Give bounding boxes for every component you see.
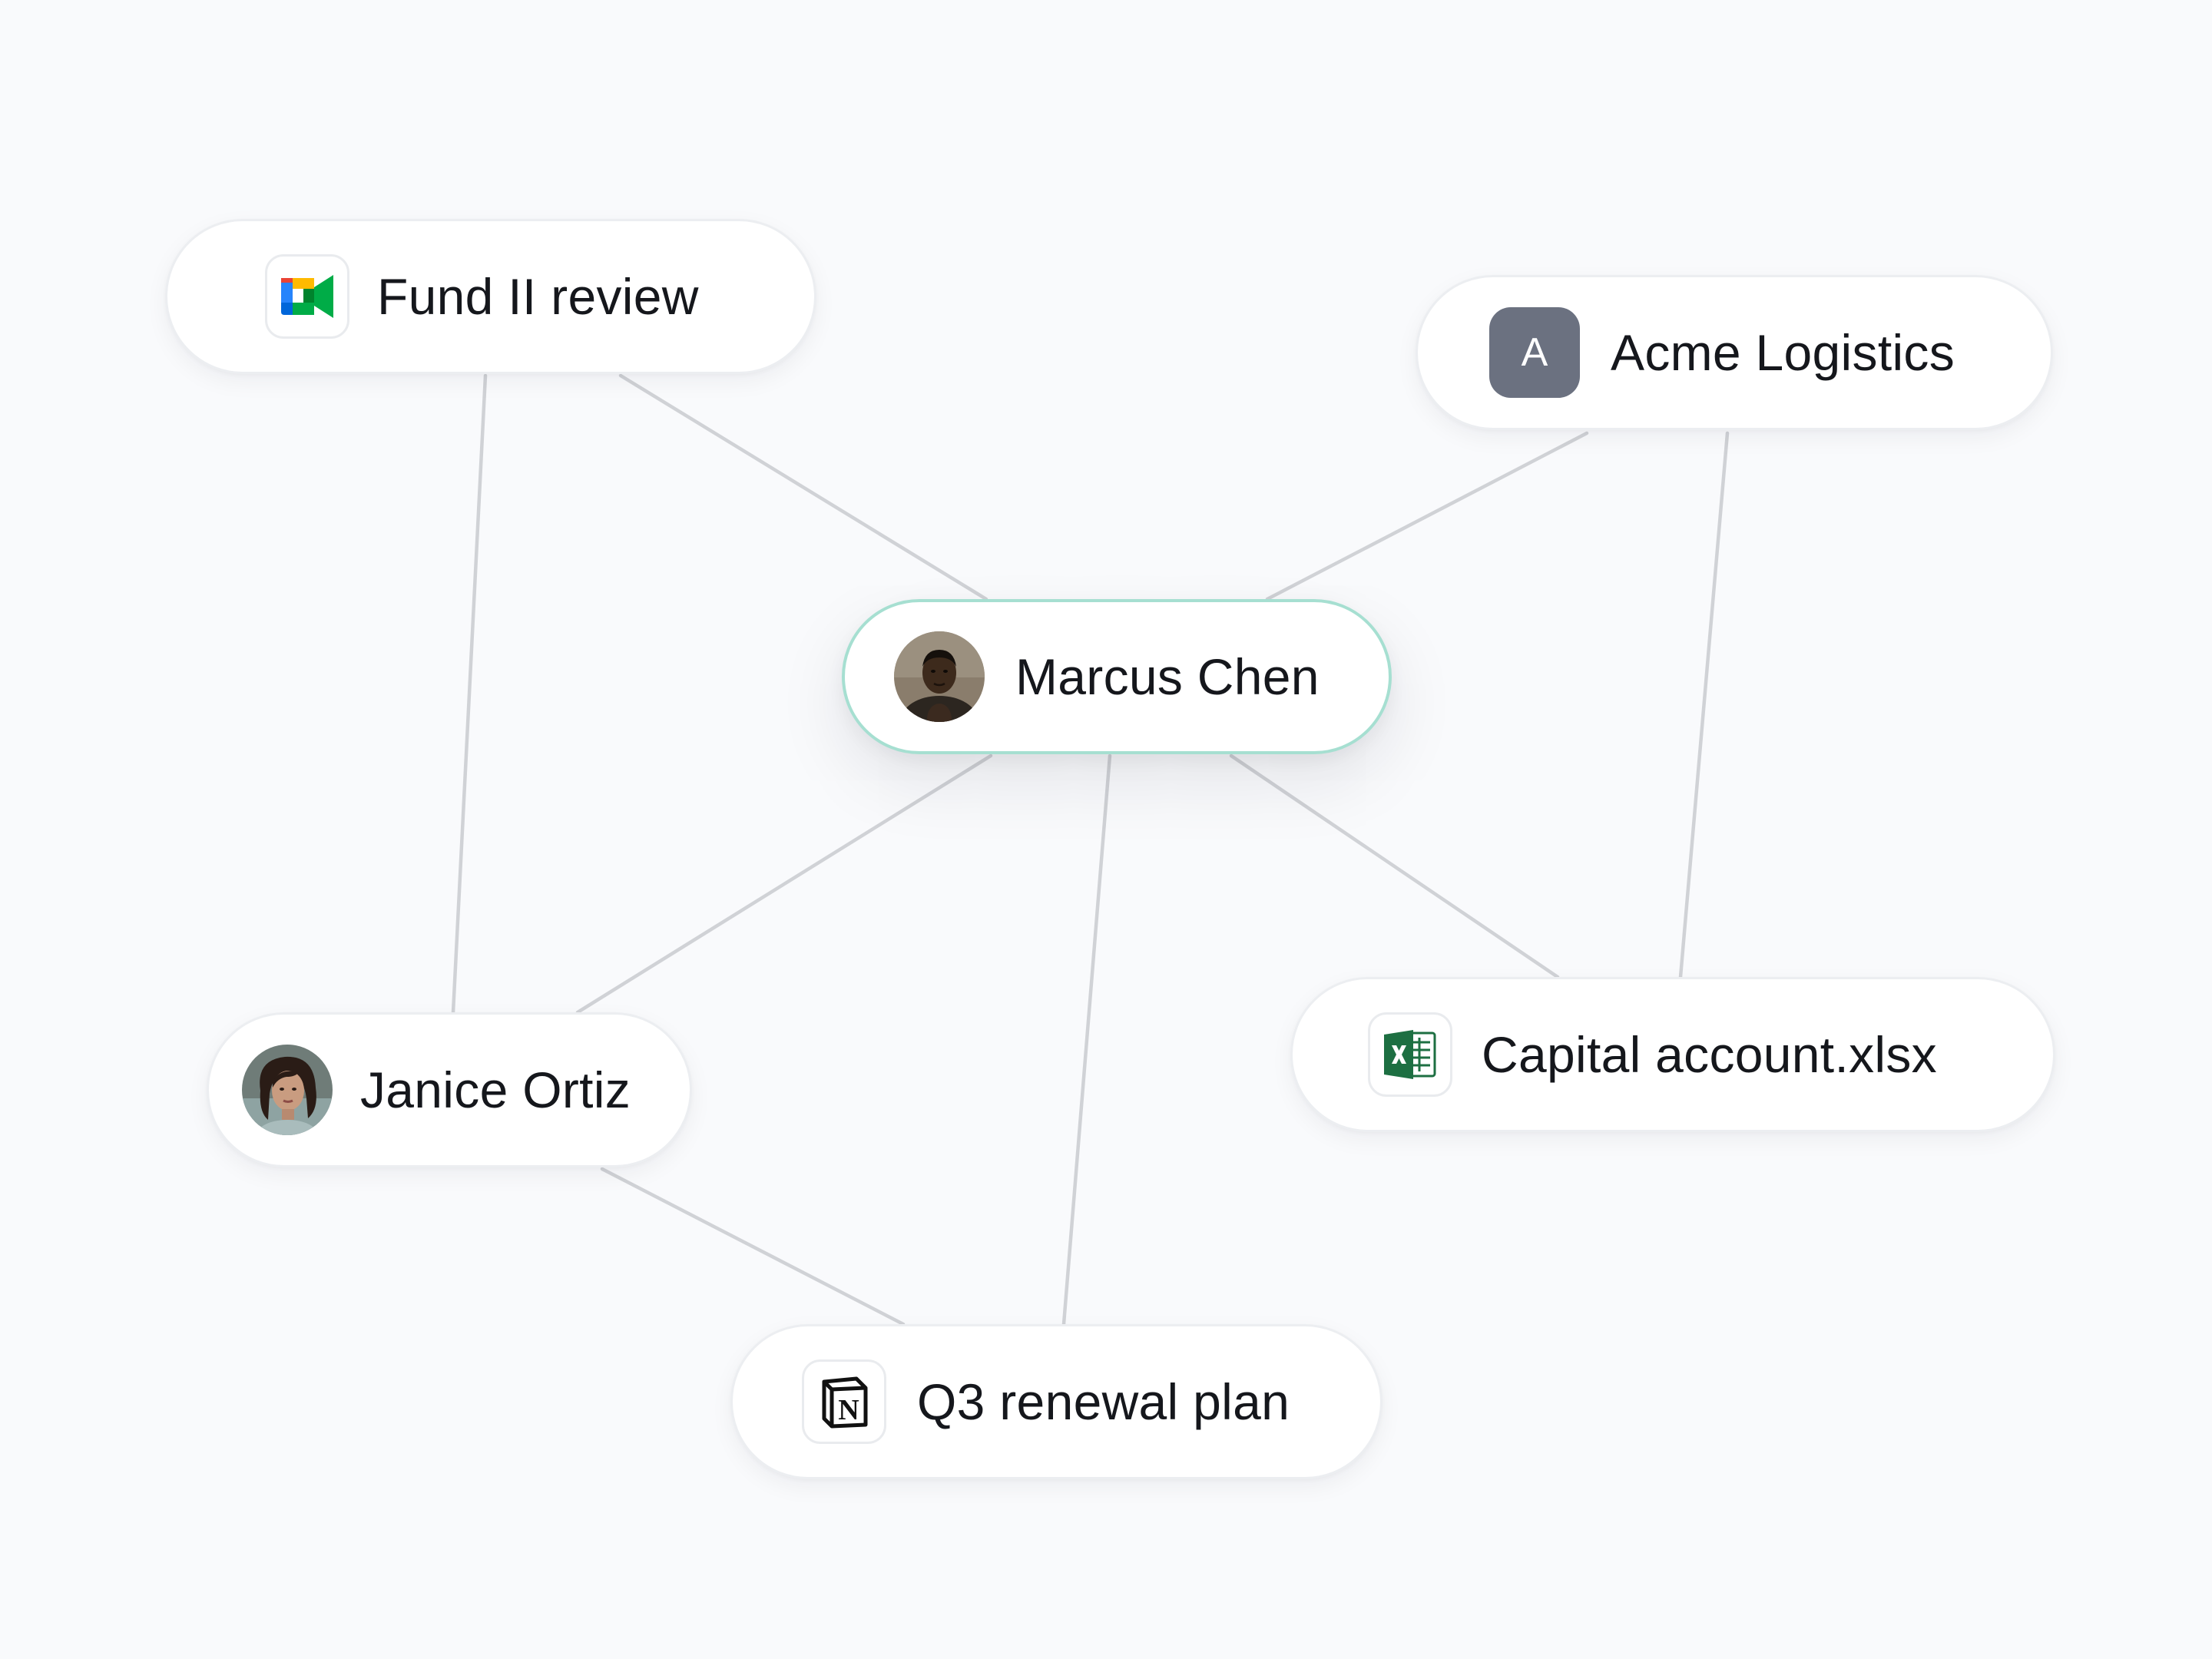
node-fund-ii-review[interactable]: Fund II review	[165, 219, 816, 374]
edge-acme-capital	[1678, 431, 1730, 979]
node-marcus-chen[interactable]: Marcus Chen	[842, 599, 1392, 754]
marcus-chen-avatar	[894, 631, 985, 722]
node-janice-ortiz[interactable]: Janice Ortiz	[207, 1012, 692, 1167]
node-label-fund-ii-review: Fund II review	[377, 268, 699, 325]
node-acme-logistics[interactable]: A Acme Logistics	[1416, 275, 2053, 430]
node-label-janice-ortiz: Janice Ortiz	[360, 1061, 631, 1118]
node-label-marcus-chen: Marcus Chen	[1015, 648, 1320, 705]
svg-text:N: N	[838, 1394, 859, 1426]
node-label-acme-logistics: Acme Logistics	[1611, 324, 1955, 381]
janice-ortiz-avatar	[242, 1045, 333, 1135]
acme-logistics-letter-icon: A	[1489, 307, 1580, 398]
node-label-q3-renewal-plan: Q3 renewal plan	[917, 1373, 1290, 1430]
node-label-capital-account-xlsx: Capital account.xlsx	[1482, 1026, 1937, 1083]
edge-fund-review-janice	[451, 373, 488, 1015]
edge-acme-marcus	[1265, 431, 1589, 601]
google-meet-icon	[265, 254, 349, 339]
excel-icon	[1368, 1012, 1452, 1097]
node-q3-renewal-plan[interactable]: N Q3 renewal plan	[730, 1324, 1382, 1479]
edge-marcus-capital	[1229, 753, 1560, 979]
edge-marcus-q3	[1061, 753, 1112, 1326]
edge-fund-review-marcus	[618, 373, 988, 601]
graph-canvas: Fund II review A Acme Logistics Marcus C…	[0, 0, 2212, 1659]
edge-janice-q3	[600, 1167, 906, 1326]
edge-marcus-janice	[575, 753, 993, 1015]
node-capital-account-xlsx[interactable]: Capital account.xlsx	[1290, 977, 2055, 1132]
notion-icon: N	[802, 1359, 886, 1444]
